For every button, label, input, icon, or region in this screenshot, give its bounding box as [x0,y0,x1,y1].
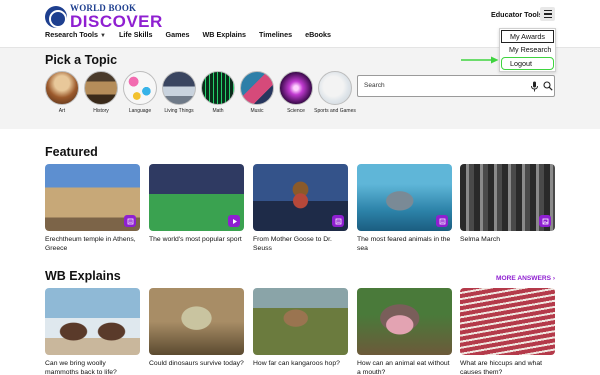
topic-language[interactable]: Language [123,71,157,114]
topic-label: Art [58,108,66,114]
card-caption: How can an animal eat without a mouth? [357,360,450,375]
selma-march-image [460,164,555,231]
history-thumbnail [84,71,118,105]
ribcage-image [460,288,555,355]
hippo-image [357,288,452,355]
sports-and-games-thumbnail [318,71,352,105]
soccer-image [149,164,244,231]
topic-science[interactable]: Science [279,71,313,114]
logo-text: WORLD BOOK DISCOVER [70,4,163,31]
dinosaur-image [149,288,244,355]
play-icon [228,215,240,227]
topic-label: Math [212,108,224,114]
menu-line [543,16,552,18]
topic-label: History [93,108,109,114]
explains-card-dinosaurs[interactable]: Could dinosaurs survive today? [149,288,244,368]
search-bar[interactable]: Search [357,75,555,97]
featured-card-mother-goose[interactable]: From Mother Goose to Dr. Seuss [253,164,348,253]
featured-card-soccer[interactable]: The world's most popular sport [149,164,244,244]
language-thumbnail [123,71,157,105]
card-caption: The most feared animals in the sea [357,236,451,253]
topic-math[interactable]: Math [201,71,235,114]
topic-label: Music [250,108,264,114]
menu-line [543,13,552,15]
explains-card-hiccups[interactable]: What are hiccups and what causes them? [460,288,555,375]
article-icon [124,215,136,227]
more-answers-link[interactable]: MORE ANSWERS › [496,275,555,282]
topic-history[interactable]: History [84,71,118,114]
microphone-icon[interactable] [530,81,539,92]
topic-music[interactable]: Music [240,71,274,114]
card-caption: The world's most popular sport [149,236,242,243]
menu-line [543,10,552,12]
music-thumbnail [240,71,274,105]
nav-games[interactable]: Games [166,30,190,39]
science-thumbnail [279,71,313,105]
card-caption: How far can kangaroos hop? [253,360,340,367]
search-input[interactable]: Search [364,82,385,89]
world-book-discover-logo[interactable]: WORLD BOOK DISCOVER [45,4,163,30]
featured-heading: Featured [45,145,98,159]
nav-ebooks[interactable]: eBooks [305,30,331,39]
main-nav: Research Tools ▼ Life Skills Games WB Exp… [45,30,331,39]
explains-card-mammoths[interactable]: Can we bring woolly mammoths back to lif… [45,288,140,375]
card-caption: Selma March [460,236,501,243]
nav-timelines[interactable]: Timelines [259,30,292,39]
nav-life-skills[interactable]: Life Skills [119,30,153,39]
nav-research-tools[interactable]: Research Tools ▼ [45,30,106,39]
living-things-thumbnail [162,71,196,105]
featured-card-erechtheum[interactable]: Erechtheum temple in Athens, Greece [45,164,140,253]
article-icon [436,215,448,227]
topic-living-things[interactable]: Living Things [162,71,196,114]
card-caption: Erechtheum temple in Athens, Greece [45,236,136,253]
nav-wb-explains[interactable]: WB Explains [203,30,247,39]
topic-art[interactable]: Art [45,71,79,114]
topic-label: Language [128,108,152,114]
menu-item-my-awards[interactable]: My Awards [501,30,554,43]
menu-item-logout[interactable]: Logout [501,57,554,70]
featured-card-feared-animals[interactable]: The most feared animals in the sea [357,164,452,253]
user-menu-dropdown: My Awards My Research Logout [499,28,556,72]
explains-card-kangaroos[interactable]: How far can kangaroos hop? [253,288,348,368]
card-caption: Can we bring woolly mammoths back to lif… [45,360,117,375]
explains-card-animal-eat[interactable]: How can an animal eat without a mouth? [357,288,452,375]
topic-label: Science [287,108,305,114]
arrow-annotation-icon [461,56,499,64]
wb-explains-heading: WB Explains [45,269,121,283]
featured-card-selma-march[interactable]: Selma March [460,164,555,244]
math-thumbnail [201,71,235,105]
pick-topic-heading: Pick a Topic [45,53,118,67]
menu-item-my-research[interactable]: My Research [500,44,555,57]
nav-research-tools-label: Research Tools [45,30,98,39]
shark-image [357,164,452,231]
kangaroo-image [253,288,348,355]
article-icon [332,215,344,227]
logo-bottom-text: DISCOVER [70,12,163,31]
topic-list: Art History Language Living Things Math … [45,71,356,114]
paddington-image [253,164,348,231]
art-thumbnail [45,71,79,105]
topic-sports-and-games[interactable]: Sports and Games [314,71,356,114]
erechtheum-image [45,164,140,231]
caret-down-icon: ▼ [100,33,106,39]
search-icon[interactable] [543,81,553,91]
card-caption: Could dinosaurs survive today? [149,360,244,367]
topic-label: Living Things [164,108,194,114]
card-caption: What are hiccups and what causes them? [460,360,542,375]
globe-icon [45,6,67,28]
hamburger-menu-button[interactable] [540,7,555,21]
topic-label: Sports and Games [314,108,356,114]
image-icon [539,215,551,227]
mammoths-image [45,288,140,355]
card-caption: From Mother Goose to Dr. Seuss [253,236,332,253]
educator-tools-link[interactable]: Educator Tools [491,10,543,19]
